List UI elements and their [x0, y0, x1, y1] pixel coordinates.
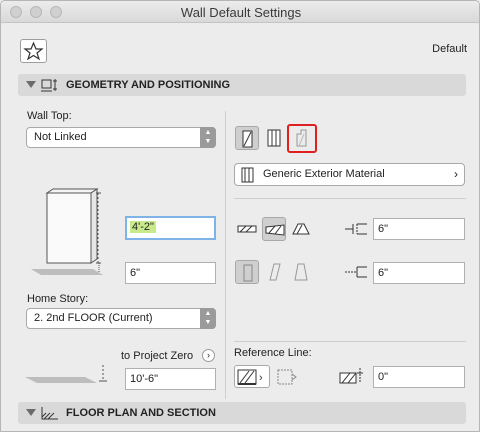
reference-offset-icon [339, 368, 363, 384]
straight-wall-icon [237, 225, 257, 233]
window-title: Wall Default Settings [180, 5, 302, 20]
profile-structure-button[interactable] [287, 124, 317, 153]
column-divider [225, 111, 226, 399]
home-story-dropdown[interactable]: 2. 2nd FLOOR (Current) ▲ ▼ [26, 308, 216, 329]
composite-wall-icon [267, 129, 281, 147]
flip-reference-line-button[interactable] [275, 366, 299, 388]
home-story-label: Home Story: [27, 293, 89, 305]
reference-line-label: Reference Line: [234, 347, 312, 359]
wall-height-diagram-icon [31, 188, 103, 275]
basic-wall-icon [242, 130, 253, 148]
wall-top-value: Not Linked [34, 131, 87, 143]
to-project-zero-label: to Project Zero [121, 350, 194, 362]
reference-offset-value: 0" [378, 371, 389, 383]
reference-offset-field[interactable]: 0" [373, 366, 465, 388]
geometry-section-header[interactable]: GEOMETRY AND POSITIONING [18, 74, 466, 96]
default-label: Default [432, 43, 467, 55]
material-value: Generic Exterior Material [263, 168, 385, 180]
floorplan-section-header[interactable]: FLOOR PLAN AND SECTION [18, 402, 466, 424]
double-slanted-profile-button[interactable] [289, 260, 313, 284]
home-story-value: 2. 2nd FLOOR (Current) [34, 312, 153, 324]
wall-offset-value: 6" [378, 267, 389, 279]
project-zero-chevron-icon[interactable]: › [202, 349, 215, 362]
composite-structure-button[interactable] [262, 126, 286, 150]
dropdown-stepper-icon: ▲ ▼ [200, 127, 216, 148]
material-icon [241, 167, 254, 183]
section-divider [234, 341, 466, 342]
geometry-section-title: GEOMETRY AND POSITIONING [66, 79, 230, 91]
geometry-section-icon [41, 79, 57, 92]
wall-top-dropdown[interactable]: Not Linked ▲ ▼ [26, 127, 216, 148]
wall-thickness-field[interactable]: 6" [373, 218, 465, 240]
reference-line-button[interactable]: › [234, 365, 270, 388]
flip-reference-icon [277, 369, 297, 385]
reference-line-icon: › [237, 369, 263, 385]
polygonal-wall-button[interactable] [289, 217, 313, 241]
favorites-button[interactable] [20, 39, 47, 63]
polygonal-wall-icon [292, 223, 310, 235]
project-zero-diagram-icon [25, 365, 107, 383]
chevron-right-icon: › [454, 167, 458, 181]
perpendicular-profile-button[interactable] [235, 260, 259, 284]
floorplan-section-title: FLOOR PLAN AND SECTION [66, 407, 216, 419]
slanted-profile-icon [269, 263, 281, 281]
trapezoid-wall-icon [265, 224, 285, 236]
project-zero-field[interactable]: 10'-6" [125, 368, 216, 390]
wall-top-label: Wall Top: [27, 110, 72, 122]
wall-height-field[interactable]: 4'-2" [125, 216, 216, 240]
slanted-profile-button[interactable] [262, 260, 286, 284]
wall-offset-field[interactable]: 6" [373, 262, 465, 284]
project-zero-value: 10'-6" [130, 373, 159, 385]
double-slanted-profile-icon [294, 263, 308, 281]
dropdown-stepper-icon: ▲ ▼ [200, 308, 216, 329]
wall-height-value: 4'-2" [130, 221, 156, 233]
section-divider [234, 198, 466, 199]
title-bar: Wall Default Settings [1, 1, 479, 23]
floorplan-section-icon [41, 407, 58, 420]
wall-thickness-icon [345, 223, 367, 235]
building-material-button[interactable]: Generic Exterior Material › [234, 163, 465, 186]
straight-wall-button[interactable] [235, 217, 259, 241]
base-offset-value: 6" [130, 267, 141, 279]
svg-text:›: › [259, 372, 263, 384]
base-offset-field[interactable]: 6" [125, 262, 216, 284]
wall-thickness-value: 6" [378, 223, 389, 235]
wall-settings-window: Wall Default Settings Default GEOMETRY A… [0, 0, 480, 432]
star-icon [23, 41, 44, 61]
disclosure-triangle-icon [26, 81, 36, 88]
profile-wall-icon [296, 129, 307, 147]
perpendicular-profile-icon [243, 264, 253, 282]
disclosure-triangle-icon [26, 409, 36, 416]
trapezoid-wall-button[interactable] [262, 217, 286, 241]
wall-offset-icon [345, 266, 367, 278]
basic-structure-button[interactable] [235, 126, 259, 150]
